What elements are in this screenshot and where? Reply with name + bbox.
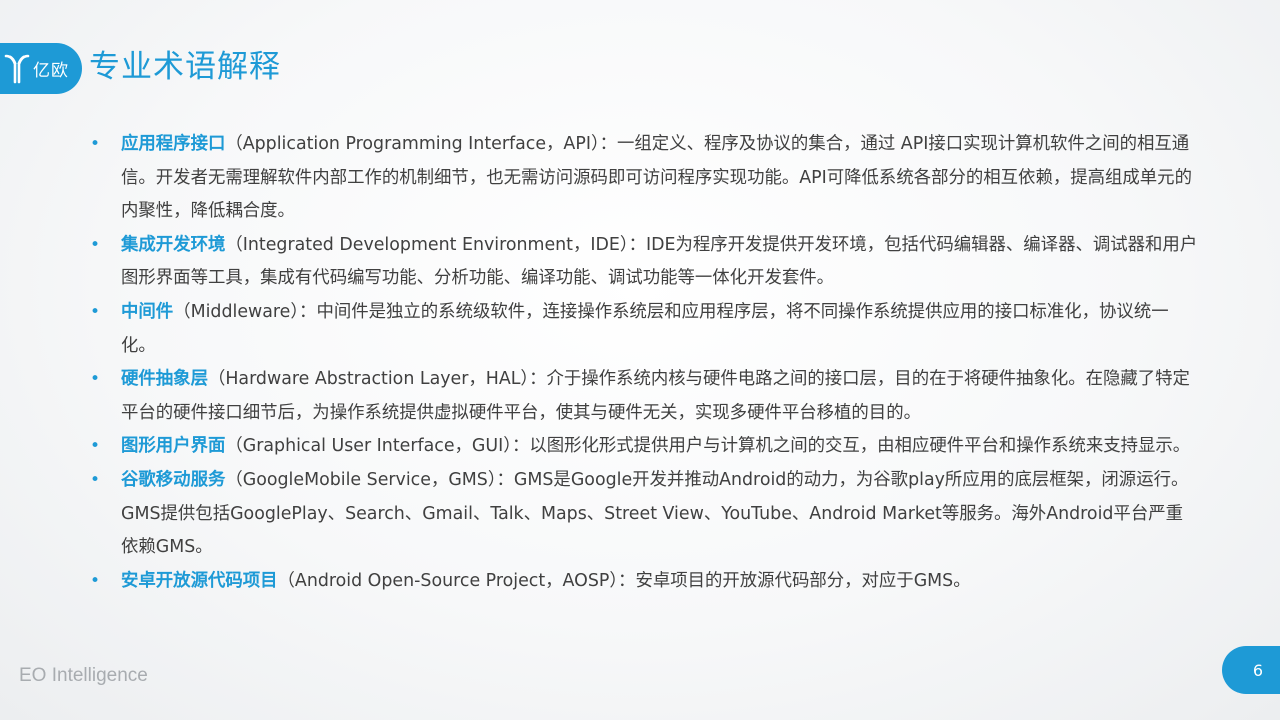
term-name: 集成开发环境 [121, 234, 226, 255]
term-description: （Graphical User Interface，GUI）：以图形化形式提供用… [225, 436, 1191, 457]
bullet-icon: • [90, 469, 101, 490]
page-title: 专业术语解释 [89, 49, 281, 85]
yiou-logo-icon [4, 54, 30, 83]
term-item-gui: • 图形用户界面（Graphical User Interface，GUI）：以… [90, 430, 1200, 464]
logo-badge: 亿欧 [0, 43, 82, 94]
term-description: （Middleware）：中间件是独立的系统级软件，连接操作系统层和应用程序层，… [121, 301, 1169, 356]
term-name: 安卓开放源代码项目 [121, 570, 278, 591]
bullet-icon: • [90, 301, 101, 322]
term-name: 应用程序接口 [121, 134, 226, 154]
page-number-badge: 6 [1222, 646, 1280, 694]
bullet-icon: • [90, 369, 101, 390]
term-item-ide: • 集成开发环境（Integrated Development Environm… [90, 229, 1200, 296]
term-description: （Android Open-Source Project，AOSP）：安卓项目的… [277, 570, 971, 591]
term-item-gms: • 谷歌移动服务（GoogleMobile Service，GMS）：GMS是G… [90, 464, 1200, 565]
bullet-icon: • [90, 234, 101, 255]
term-item-hal: • 硬件抽象层（Hardware Abstraction Layer，HAL）：… [90, 363, 1200, 430]
term-item-aosp: • 安卓开放源代码项目（Android Open-Source Project，… [90, 565, 1200, 599]
term-item-api: • 应用程序接口（Application Programming Interfa… [90, 128, 1200, 229]
bullet-icon: • [90, 436, 101, 457]
term-description: （Hardware Abstraction Layer，HAL）：介于操作系统内… [121, 369, 1190, 423]
term-description: （Integrated Development Environment，IDE）… [121, 234, 1198, 289]
term-description: （Application Programming Interface，API）：… [121, 134, 1192, 222]
term-name: 中间件 [121, 301, 174, 322]
term-item-middleware: • 中间件（Middleware）：中间件是独立的系统级软件，连接操作系统层和应… [90, 296, 1200, 363]
term-description: （GoogleMobile Service，GMS）：GMS是Google开发并… [121, 469, 1189, 558]
term-name: 硬件抽象层 [121, 369, 208, 390]
term-name: 谷歌移动服务 [121, 469, 226, 490]
term-name: 图形用户界面 [121, 436, 226, 457]
bullet-icon: • [90, 134, 101, 154]
bullet-icon: • [90, 570, 101, 591]
footer-brand: EO Intelligence [19, 665, 148, 686]
logo-text: 亿欧 [33, 61, 69, 81]
term-list: • 应用程序接口（Application Programming Interfa… [90, 128, 1200, 598]
